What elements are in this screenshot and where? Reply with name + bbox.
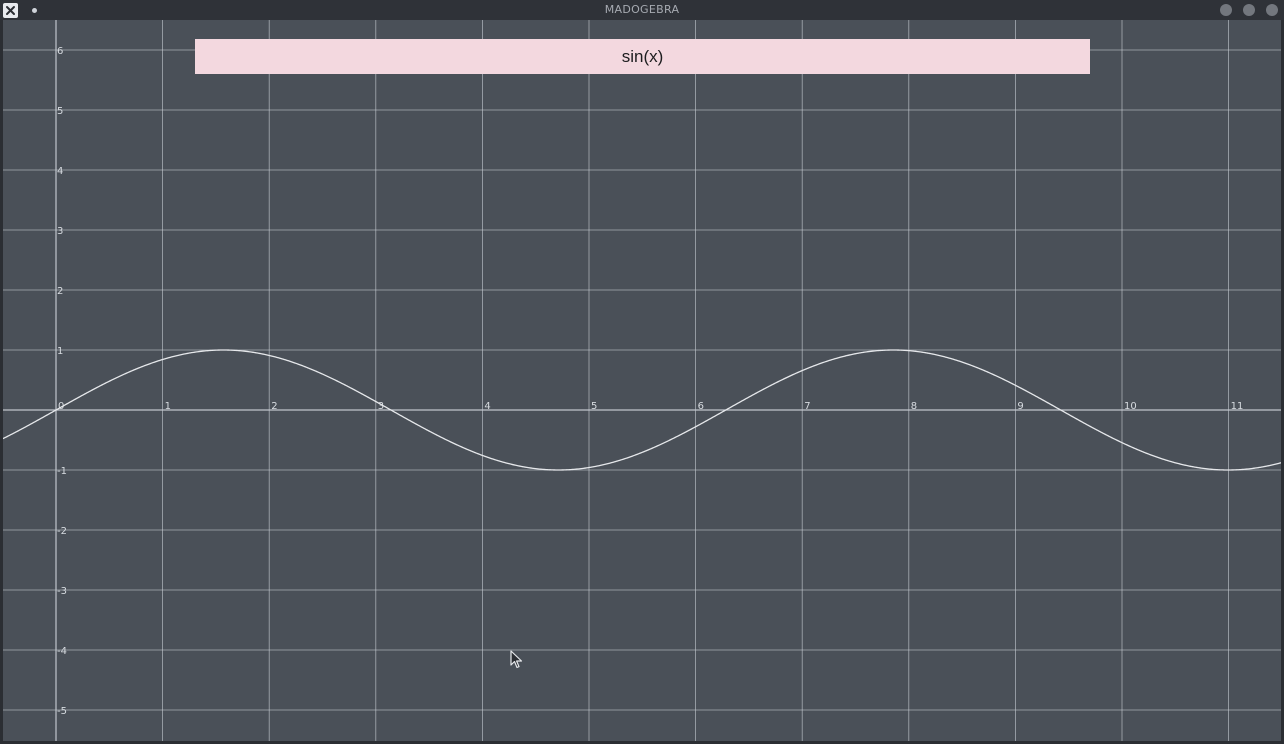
graph-canvas[interactable]: 0 1 2 3 4 5 6 7 8 9 10 11 6 5 4 3 2 1 -1 -2 -3 -4 -5	[3, 20, 1281, 741]
y-tick-label: -2	[57, 526, 67, 537]
plot-svg[interactable]: 0 1 2 3 4 5 6 7 8 9 10 11654321-1-2-3-4-5	[3, 20, 1281, 741]
function-input[interactable]: sin(x)	[195, 39, 1090, 74]
x-tick-label: 6	[698, 401, 704, 412]
y-tick-label: 1	[57, 346, 63, 357]
x-tick-label: 4	[484, 401, 490, 412]
x-tick-label: 1	[165, 401, 171, 412]
x-tick-label: 7	[804, 401, 810, 412]
cursor-arrow	[510, 650, 523, 669]
maximize-icon[interactable]	[1243, 4, 1255, 16]
mouse-cursor-icon	[510, 650, 524, 674]
x-tick-label: 9	[1017, 401, 1023, 412]
x-tick-label: 2	[271, 401, 277, 412]
x-tick-label: 8	[911, 401, 917, 412]
minimize-icon[interactable]	[1220, 4, 1232, 16]
y-tick-label: 4	[57, 166, 63, 177]
window-close-icon[interactable]	[1266, 4, 1278, 16]
x-tick-label: 5	[591, 401, 597, 412]
y-tick-label: -5	[57, 706, 67, 717]
x-tick-label: 11	[1231, 401, 1244, 412]
window-title: MADOGEBRA	[604, 3, 680, 16]
x-tick-label: 10	[1124, 401, 1137, 412]
y-tick-label: 6	[57, 46, 63, 57]
function-text: sin(x)	[621, 46, 664, 66]
y-tick-label: 2	[57, 286, 63, 297]
title-bar: MADOGEBRA	[0, 0, 1284, 20]
y-tick-label: -4	[57, 646, 67, 657]
y-tick-label: -1	[57, 466, 67, 477]
y-tick-label: 3	[57, 226, 63, 237]
y-tick-label: -3	[57, 586, 67, 597]
y-tick-label: 5	[57, 106, 63, 117]
